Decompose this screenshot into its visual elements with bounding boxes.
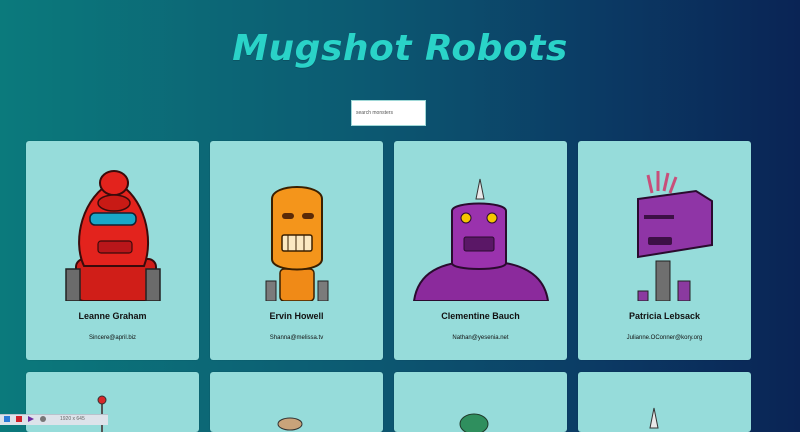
robot-image	[65, 170, 161, 301]
robot-image	[649, 407, 659, 429]
robot-card[interactable]	[210, 372, 383, 432]
record-icon[interactable]	[16, 416, 22, 422]
robot-card[interactable]	[578, 372, 751, 432]
taskbar[interactable]: 1920 x 645	[0, 414, 108, 425]
robot-name: Ervin Howell	[269, 311, 324, 321]
play-icon[interactable]	[28, 416, 34, 422]
robot-image	[265, 186, 329, 301]
page-title: Mugshot Robots	[232, 28, 568, 69]
robot-card[interactable]	[394, 372, 567, 432]
robot-card[interactable]: Leanne Graham Sincere@april.biz	[26, 141, 199, 360]
resolution-text: 1920 x 645	[60, 416, 85, 422]
settings-icon[interactable]	[40, 416, 46, 422]
robot-email: Shanna@melissa.tv	[269, 335, 324, 341]
robot-name: Clementine Bauch	[441, 311, 520, 321]
robot-name: Leanne Graham	[78, 311, 147, 321]
robot-email: Julianne.OConner@kory.org	[626, 335, 703, 341]
robot-card[interactable]: Clementine Bauch Nathan@yesenia.net	[394, 141, 567, 360]
robot-image	[637, 171, 713, 301]
robot-email: Sincere@april.biz	[88, 335, 137, 341]
robot-card[interactable]: Ervin Howell Shanna@melissa.tv	[210, 141, 383, 360]
robot-image	[277, 417, 303, 431]
robot-card[interactable]: Patricia Lebsack Julianne.OConner@kory.o…	[578, 141, 751, 360]
robot-image	[459, 413, 489, 432]
robot-name: Patricia Lebsack	[628, 311, 701, 321]
robot-email: Nathan@yesenia.net	[452, 335, 509, 341]
start-icon[interactable]	[4, 416, 10, 422]
robot-image	[412, 178, 550, 301]
search-input[interactable]	[351, 100, 426, 126]
